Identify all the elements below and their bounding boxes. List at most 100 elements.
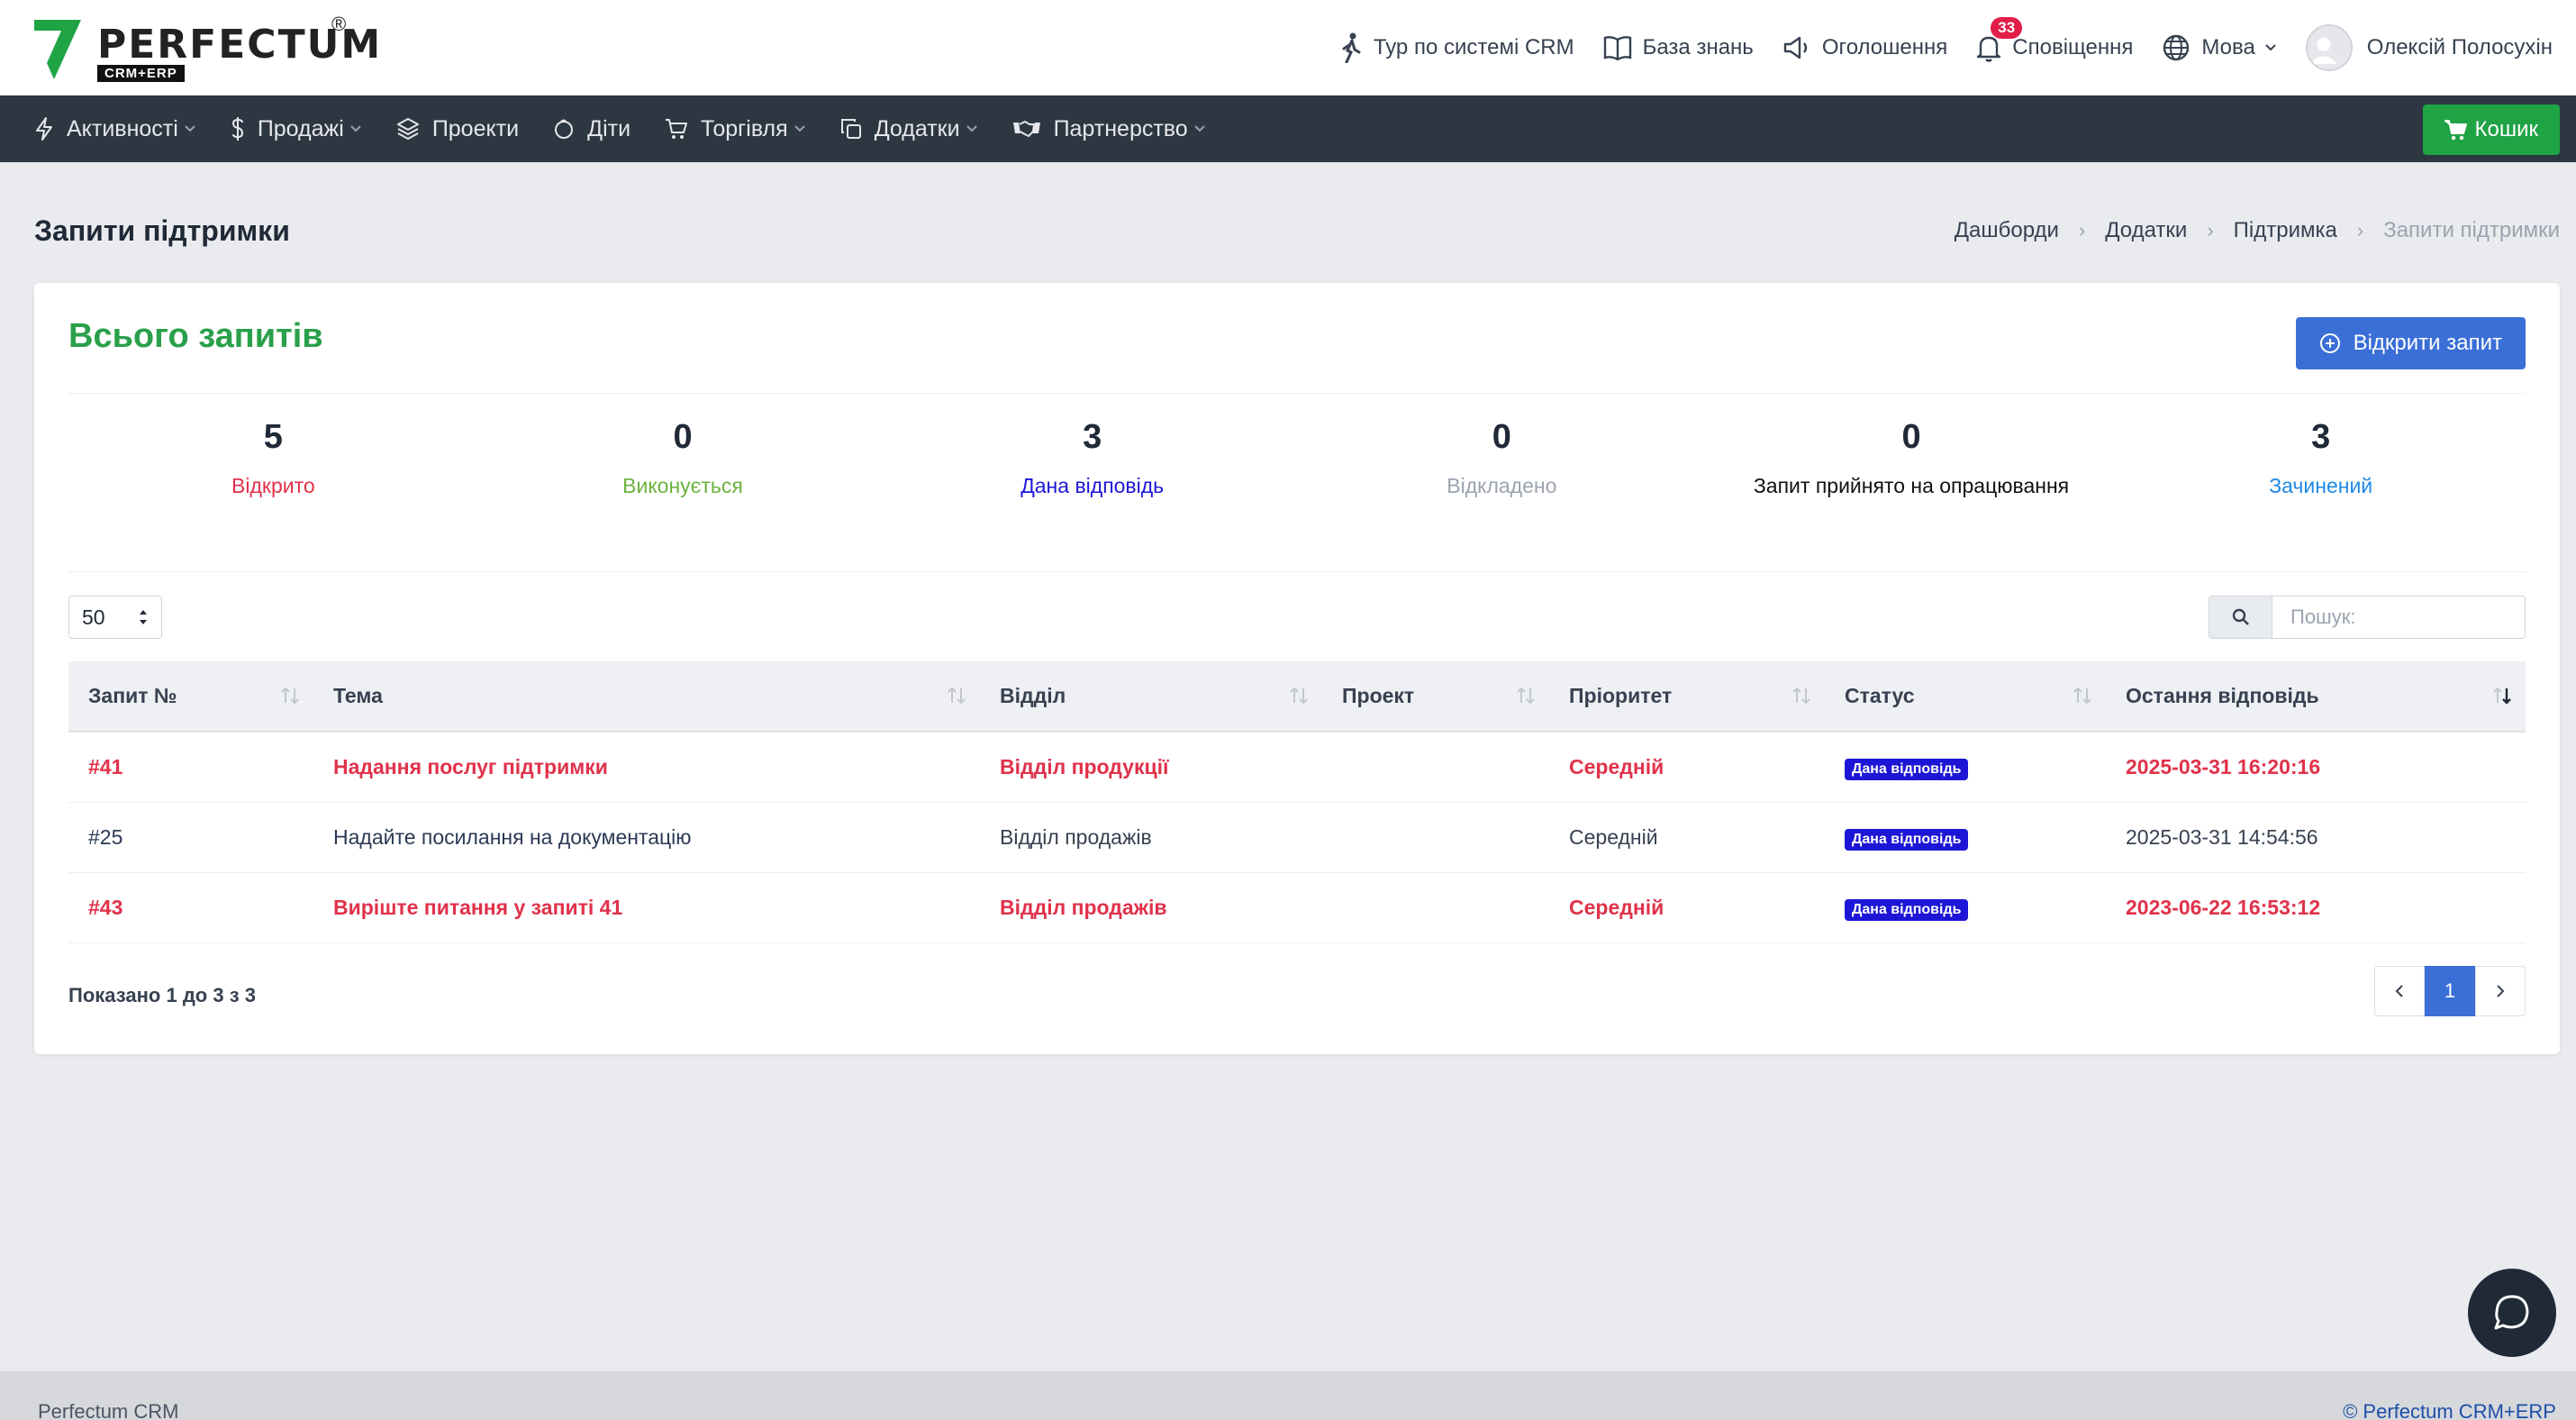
layers-icon bbox=[396, 118, 419, 140]
page-button[interactable]: 1 bbox=[2425, 966, 2475, 1016]
brand-reg: ® bbox=[331, 13, 347, 35]
ticket-subject[interactable]: Надання послуг підтримки bbox=[313, 732, 980, 803]
footer-left-text: Perfectum CRM bbox=[38, 1400, 179, 1420]
ticket-id[interactable]: #25 bbox=[68, 802, 313, 873]
language-menu[interactable]: Мова bbox=[2162, 33, 2276, 62]
search-icon bbox=[2232, 608, 2249, 625]
nav-activities[interactable]: Активності bbox=[34, 116, 196, 142]
col-last-reply[interactable]: Остання відповідь bbox=[2106, 661, 2526, 733]
stat-value: 3 bbox=[1083, 418, 1102, 456]
brand-logo[interactable]: PERFECTUM CRM+ERP ® bbox=[34, 13, 380, 83]
top-header: PERFECTUM CRM+ERP ® Тур по системі CRM Б… bbox=[0, 0, 2576, 96]
nav-projects[interactable]: Проекти bbox=[396, 116, 519, 142]
breadcrumb-support[interactable]: Підтримка bbox=[2234, 218, 2337, 243]
nav-children[interactable]: Діти bbox=[553, 116, 630, 142]
top-nav: Тур по системі CRM База знань Оголошення… bbox=[1311, 0, 2553, 96]
table-row[interactable]: #41 Надання послуг підтримки Відділ прод… bbox=[68, 732, 2526, 803]
status-badge: Дана відповідь bbox=[1845, 758, 1969, 780]
breadcrumb-separator: › bbox=[2078, 219, 2086, 241]
chat-widget-button[interactable] bbox=[2468, 1269, 2556, 1357]
stat-answered[interactable]: 3 Дана відповідь bbox=[887, 418, 1297, 498]
stat-in-progress[interactable]: 0 Виконується bbox=[478, 418, 888, 498]
breadcrumb-separator: › bbox=[2207, 219, 2214, 241]
nav-trade[interactable]: Торгівля bbox=[665, 116, 806, 142]
chevron-down-icon bbox=[794, 125, 805, 132]
breadcrumb-current: Запити підтримки bbox=[2383, 218, 2560, 242]
notifications-link[interactable]: 33 Сповіщення bbox=[1976, 17, 2134, 62]
dollar-icon bbox=[231, 117, 243, 141]
ticket-department: Відділ продажів bbox=[980, 802, 1322, 873]
chevron-left-icon bbox=[2395, 985, 2403, 997]
announcements-label: Оголошення bbox=[1821, 35, 1948, 59]
breadcrumb-addons[interactable]: Додатки bbox=[2105, 218, 2187, 243]
stat-accepted[interactable]: 0 Запит прийнято на опрацювання bbox=[1707, 418, 2117, 498]
ticket-department: Відділ продажів bbox=[980, 872, 1322, 943]
col-project[interactable]: Проект bbox=[1322, 661, 1549, 733]
chevron-down-icon bbox=[1194, 125, 1205, 132]
ticket-subject[interactable]: Надайте посилання на документацію bbox=[313, 802, 980, 873]
ticket-subject[interactable]: Вирiште питання у запиті 41 bbox=[313, 872, 980, 943]
stat-value: 0 bbox=[1492, 418, 1511, 456]
col-priority[interactable]: Пріоритет bbox=[1549, 661, 1825, 733]
col-label: Відділ bbox=[1000, 684, 1066, 707]
table-row[interactable]: #25 Надайте посилання на документацію Ві… bbox=[68, 802, 2526, 873]
col-ticket-no[interactable]: Запит № bbox=[68, 661, 313, 733]
language-label: Мова bbox=[2201, 35, 2255, 59]
col-status[interactable]: Статус bbox=[1825, 661, 2106, 733]
nav-addons[interactable]: Додатки bbox=[840, 116, 978, 142]
col-label: Запит № bbox=[88, 684, 177, 707]
user-avatar-icon bbox=[2309, 38, 2337, 65]
search-button[interactable] bbox=[2209, 596, 2272, 639]
chevron-right-icon bbox=[2497, 985, 2505, 997]
col-subject[interactable]: Тема bbox=[313, 661, 980, 733]
nav-partnership[interactable]: Партнерство bbox=[1012, 116, 1206, 142]
breadcrumb-dashboards[interactable]: Дашборди bbox=[1955, 218, 2059, 243]
tickets-table: Запит № Тема Відділ Проект Пріоритет Ста… bbox=[68, 661, 2526, 943]
footer-copyright-link[interactable]: © Perfectum CRM+ERP bbox=[2343, 1400, 2556, 1420]
ticket-last-reply: 2023-06-22 16:53:12 bbox=[2106, 872, 2526, 943]
brand-sub: CRM+ERP bbox=[97, 65, 185, 82]
search-input[interactable] bbox=[2272, 596, 2526, 639]
search-group bbox=[2209, 596, 2526, 639]
knowledge-base-link[interactable]: База знань bbox=[1603, 35, 1754, 60]
tour-label: Тур по системі CRM bbox=[1373, 35, 1574, 59]
pagination: 1 bbox=[2374, 966, 2526, 1016]
table-row[interactable]: #43 Вирiште питання у запиті 41 Відділ п… bbox=[68, 872, 2526, 943]
announcements-link[interactable]: Оголошення bbox=[1782, 35, 1947, 60]
nav-sales-label: Продажі bbox=[257, 115, 344, 141]
next-page-button[interactable] bbox=[2475, 966, 2526, 1016]
notifications-label: Сповіщення bbox=[2012, 35, 2134, 59]
divider bbox=[68, 571, 2526, 572]
ticket-priority: Середній bbox=[1549, 802, 1825, 873]
chevron-down-icon bbox=[350, 125, 361, 132]
status-badge: Дана відповідь bbox=[1845, 828, 1969, 851]
sort-icon bbox=[1792, 687, 1810, 705]
page-length-select[interactable]: 50 bbox=[68, 596, 162, 639]
stat-value: 3 bbox=[2311, 418, 2331, 456]
cart-icon bbox=[2444, 120, 2467, 141]
open-ticket-label: Відкрити запит bbox=[2353, 331, 2502, 355]
ticket-id[interactable]: #43 bbox=[68, 872, 313, 943]
footer: Perfectum CRM © Perfectum CRM+ERP bbox=[0, 1371, 2576, 1420]
main-navigation: Активності Продажі Проекти Діти Торгівля bbox=[0, 96, 2576, 162]
open-ticket-button[interactable]: Відкрити запит bbox=[2295, 317, 2526, 369]
col-label: Проект bbox=[1342, 684, 1415, 707]
stat-open[interactable]: 5 Відкрито bbox=[68, 418, 478, 498]
col-department[interactable]: Відділ bbox=[980, 661, 1322, 733]
nav-sales[interactable]: Продажі bbox=[231, 116, 362, 142]
stat-on-hold[interactable]: 0 Відкладено bbox=[1297, 418, 1707, 498]
handshake-icon bbox=[1012, 121, 1040, 137]
globe-icon bbox=[2163, 34, 2190, 61]
chevron-down-icon bbox=[2265, 44, 2276, 51]
stat-closed[interactable]: 3 Зачинений bbox=[2116, 418, 2526, 498]
ticket-department: Відділ продукції bbox=[980, 732, 1322, 803]
cart-button[interactable]: Кошик bbox=[2422, 105, 2560, 155]
book-icon bbox=[1603, 36, 1631, 60]
ticket-priority: Середній bbox=[1549, 732, 1825, 803]
user-menu[interactable]: Олексій Полосухін bbox=[2305, 24, 2553, 71]
nav-partnership-label: Партнерство bbox=[1053, 115, 1188, 141]
prev-page-button[interactable] bbox=[2374, 966, 2425, 1016]
ticket-status-cell: Дана відповідь bbox=[1825, 732, 2106, 803]
tour-link[interactable]: Тур по системі CRM bbox=[1339, 32, 1574, 63]
ticket-id[interactable]: #41 bbox=[68, 732, 313, 803]
